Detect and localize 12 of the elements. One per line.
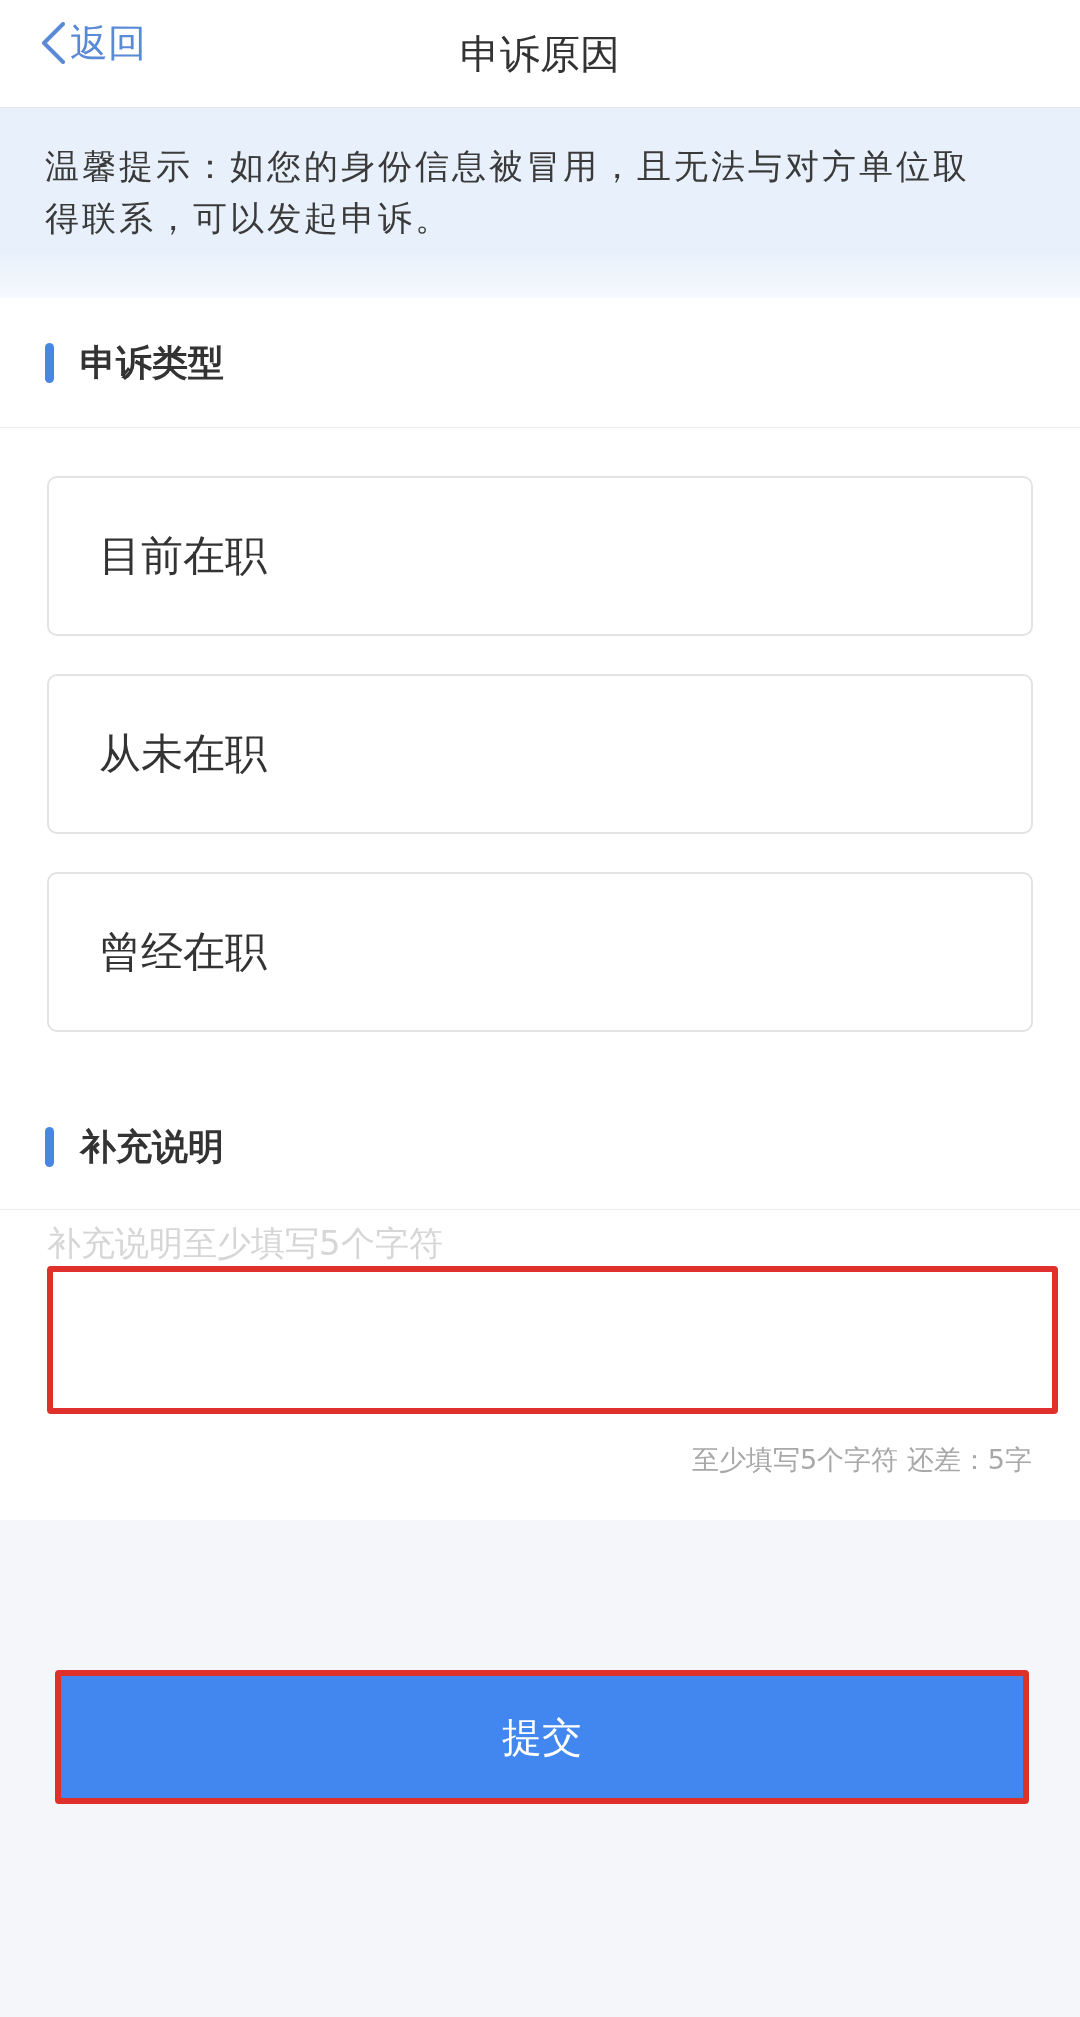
submit-button[interactable]: 提交 <box>55 1670 1029 1804</box>
chevron-left-icon <box>40 22 66 64</box>
page-title: 申诉原因 <box>460 33 620 74</box>
accent-bar-icon <box>45 1126 54 1167</box>
notice-text: 温馨提示：如您的身份信息被冒用，且无法与对方单位取得联系，可以发起申诉。 <box>45 145 971 240</box>
option-card[interactable]: 目前在职 <box>47 476 1033 636</box>
character-counter: 至少填写5个字符 还差：5字 <box>692 1444 1032 1476</box>
accent-bar-icon <box>45 342 54 383</box>
option-card[interactable]: 从未在职 <box>47 674 1033 834</box>
section-heading: 补充说明 <box>80 1128 224 1165</box>
section-heading: 申诉类型 <box>80 344 224 381</box>
option-card[interactable]: 曾经在职 <box>47 872 1033 1032</box>
